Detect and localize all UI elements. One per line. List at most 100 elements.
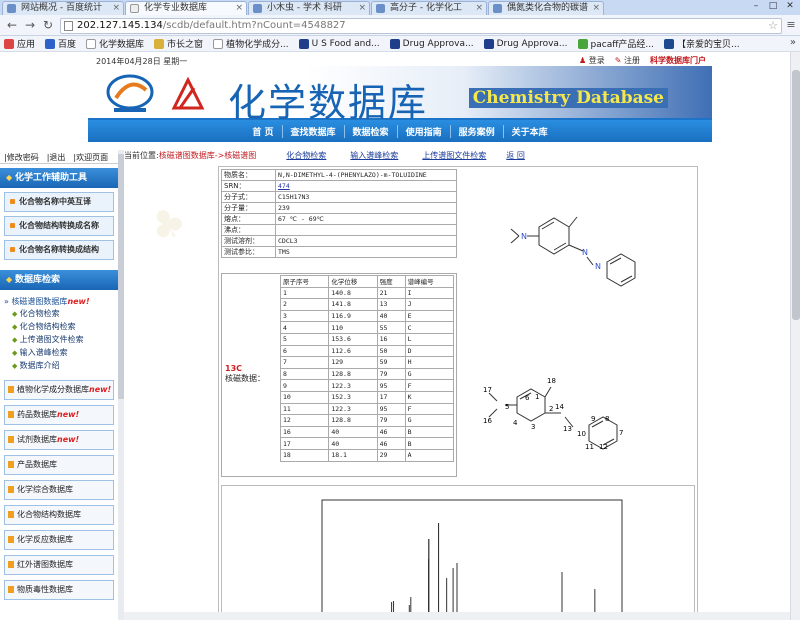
db-structures[interactable]: 化合物结构数据库 bbox=[4, 505, 114, 525]
back-icon[interactable]: ← bbox=[4, 18, 20, 33]
db-label: 化合物结构数据库 bbox=[17, 510, 81, 519]
bookmark-item[interactable]: 市长之窗 bbox=[154, 37, 203, 50]
tab-label: 网站概况 - 百度统计 bbox=[21, 3, 102, 13]
bookmark-item[interactable]: U S Food and... bbox=[298, 38, 380, 49]
link-upload-search[interactable]: 上传谱图文件检索 bbox=[422, 150, 486, 161]
forward-icon[interactable]: → bbox=[22, 18, 38, 33]
table-row: 11 122.3 95 F bbox=[279, 402, 455, 416]
browser-tab-bar: 网站概况 - 百度统计 × 化学专业数据库 × 小木虫 - 学术 科研 × 高分子 -… bbox=[0, 0, 800, 15]
bookmark-item[interactable]: Drug Approva... bbox=[483, 38, 568, 49]
nmr-item-peak-search[interactable]: 输入谱峰检索 bbox=[12, 346, 118, 359]
db-toxicity[interactable]: 物质毒性数据库 bbox=[4, 580, 114, 600]
db-drugs[interactable]: 药品数据库new! bbox=[4, 405, 114, 425]
menu-icon[interactable]: ≡ bbox=[784, 18, 798, 33]
login-link[interactable]: ♟ 登录 bbox=[579, 55, 605, 66]
tool-name-to-structure[interactable]: 化合物名称转换成结构 bbox=[4, 240, 114, 260]
db-reactions[interactable]: 化学反应数据库 bbox=[4, 530, 114, 550]
bookmark-item[interactable]: 化学数据库 bbox=[86, 37, 144, 50]
close-window-icon[interactable]: ✕ bbox=[782, 0, 798, 12]
bookmark-star-icon[interactable]: ☆ bbox=[768, 19, 778, 33]
more-bookmarks-icon[interactable]: » bbox=[790, 37, 796, 48]
db-reagents[interactable]: 试剂数据库new! bbox=[4, 430, 114, 450]
close-tab-icon[interactable]: × bbox=[475, 2, 483, 15]
peak-cell: 12 bbox=[279, 414, 330, 427]
tool-name-translate[interactable]: 化合物名称中英互译 bbox=[4, 192, 114, 212]
page-scrollbar[interactable] bbox=[790, 52, 800, 620]
change-password-link[interactable]: |修改密码 bbox=[4, 152, 39, 162]
table-row: 5 153.6 16 L bbox=[279, 332, 455, 346]
table-row: 8 128.8 79 G bbox=[279, 367, 455, 381]
browser-tab-2[interactable]: 化学专业数据库 × bbox=[125, 1, 247, 15]
close-tab-icon[interactable]: × bbox=[235, 2, 243, 15]
nav-find-db[interactable]: 查找数据库 bbox=[283, 124, 345, 138]
db-label: 药品数据库 bbox=[17, 410, 57, 419]
close-tab-icon[interactable]: × bbox=[112, 2, 120, 15]
peak-cell: 112.6 bbox=[328, 344, 378, 358]
welcome-link[interactable]: |欢迎页面 bbox=[73, 152, 108, 162]
baidu-icon bbox=[45, 38, 56, 49]
register-link[interactable]: ✎ 注册 bbox=[615, 55, 640, 66]
bookmark-item[interactable]: Drug Approva... bbox=[389, 38, 474, 49]
nmr-db-title[interactable]: » 核磁谱图数据库new! bbox=[4, 296, 114, 307]
tab-label: 高分子 - 化学化工 bbox=[390, 3, 462, 13]
bookmark-item[interactable]: 植物化学成分... bbox=[213, 37, 289, 50]
portal-link[interactable]: 科学数据库门户 bbox=[650, 55, 706, 66]
nav-guide[interactable]: 使用指南 bbox=[398, 124, 451, 138]
nmr-item-upload-search[interactable]: 上传谱图文件检索 bbox=[12, 333, 118, 346]
spectrum-panel bbox=[221, 485, 695, 618]
nmr-label: 13C 核磁数据： bbox=[225, 364, 265, 384]
peak-cell: 4 bbox=[279, 321, 330, 334]
db-plant-chemistry[interactable]: 植物化学成分数据库new! bbox=[4, 380, 114, 400]
horizontal-scrollbar[interactable] bbox=[124, 612, 790, 620]
peak-cell: 21 bbox=[376, 286, 406, 300]
nmr-item-compound-search[interactable]: 化合物检索 bbox=[12, 307, 118, 320]
link-compound-search[interactable]: 化合物检索 bbox=[286, 150, 326, 161]
link-peak-search[interactable]: 输入谱峰检索 bbox=[350, 150, 398, 161]
bookmark-item[interactable]: 百度 bbox=[45, 37, 76, 50]
table-row: 7 129 59 H bbox=[279, 356, 455, 369]
db-chem-general[interactable]: 化学综合数据库 bbox=[4, 480, 114, 500]
main-nav: 首 页 查找数据库 数据检索 使用指南 服务案例 关于本库 bbox=[88, 120, 712, 142]
reload-icon[interactable]: ↻ bbox=[40, 18, 56, 33]
close-tab-icon[interactable]: × bbox=[592, 2, 600, 15]
nmr-item-db-intro[interactable]: 数据库介绍 bbox=[12, 359, 118, 372]
spectrum-plot bbox=[321, 499, 623, 618]
db-ir-spectra[interactable]: 红外谱图数据库 bbox=[4, 555, 114, 575]
bookmark-item[interactable]: pacaff产品经... bbox=[577, 37, 654, 50]
logout-link[interactable]: |退出 bbox=[47, 152, 66, 162]
property-key: 分子量： bbox=[221, 202, 276, 214]
nav-home[interactable]: 首 页 bbox=[244, 124, 283, 138]
peak-cell: 40 bbox=[376, 309, 406, 323]
nav-cases[interactable]: 服务案例 bbox=[451, 124, 504, 138]
sidebar-scrollbar[interactable] bbox=[118, 150, 124, 620]
sidebar-scroll-thumb[interactable] bbox=[118, 154, 124, 399]
browser-tab-4[interactable]: 高分子 - 化学化工 × bbox=[371, 1, 487, 15]
new-badge: new! bbox=[57, 410, 80, 419]
srn-link[interactable]: 474 bbox=[278, 182, 290, 190]
numbered-structure-drawing: 18 17 16 5 6 4 3 1 2 14 13 10 9 8 11 12 … bbox=[483, 377, 623, 451]
nav-about[interactable]: 关于本库 bbox=[504, 125, 556, 138]
peak-cell: 17 bbox=[279, 437, 330, 450]
table-row: 17 40 46 B bbox=[279, 437, 455, 450]
db-products[interactable]: 产品数据库 bbox=[4, 455, 114, 475]
browser-tab-5[interactable]: 偶氮类化合物的碳谱 × bbox=[488, 1, 604, 15]
nav-search[interactable]: 数据检索 bbox=[345, 124, 398, 138]
bookmark-item[interactable]: 【亲爱的宝贝... bbox=[664, 37, 740, 50]
browser-tab-3[interactable]: 小木虫 - 学术 科研 × bbox=[248, 1, 370, 15]
minimize-icon[interactable]: – bbox=[748, 0, 764, 12]
tool-structure-to-name[interactable]: 化合物结构转换成名称 bbox=[4, 216, 114, 236]
institute-logo-icon bbox=[106, 74, 154, 112]
maximize-icon[interactable]: □ bbox=[765, 0, 781, 12]
page-scroll-thumb[interactable] bbox=[792, 70, 800, 320]
bookmark-label: U S Food and... bbox=[311, 38, 380, 49]
browser-tab-1[interactable]: 网站概况 - 百度统计 × bbox=[2, 1, 124, 15]
link-back[interactable]: 返 回 bbox=[506, 150, 525, 161]
atom-number: 9 bbox=[591, 415, 595, 423]
atom-number: 2 bbox=[549, 405, 553, 413]
bookmark-item[interactable]: 应用 bbox=[4, 37, 35, 50]
address-bar[interactable]: 202.127.145.134/scdb/default.htm?nCount=… bbox=[60, 18, 782, 34]
peak-column-header: 谱峰编号 bbox=[404, 275, 455, 288]
peak-cell: 6 bbox=[279, 344, 330, 358]
nmr-item-structure-search[interactable]: 化合物结构检索 bbox=[12, 320, 118, 333]
close-tab-icon[interactable]: × bbox=[358, 2, 366, 15]
